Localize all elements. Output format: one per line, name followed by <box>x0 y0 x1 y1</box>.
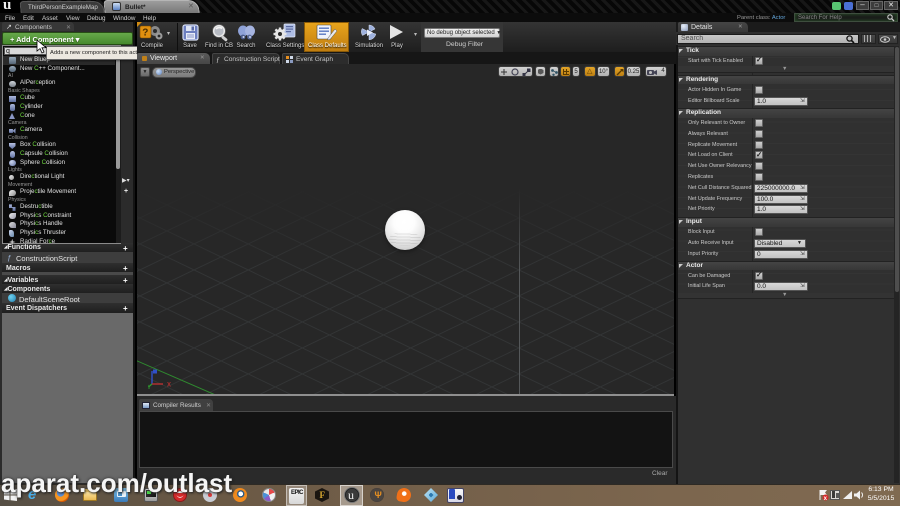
svg-text:X: X <box>167 383 171 389</box>
svg-text:?: ? <box>142 28 148 39</box>
